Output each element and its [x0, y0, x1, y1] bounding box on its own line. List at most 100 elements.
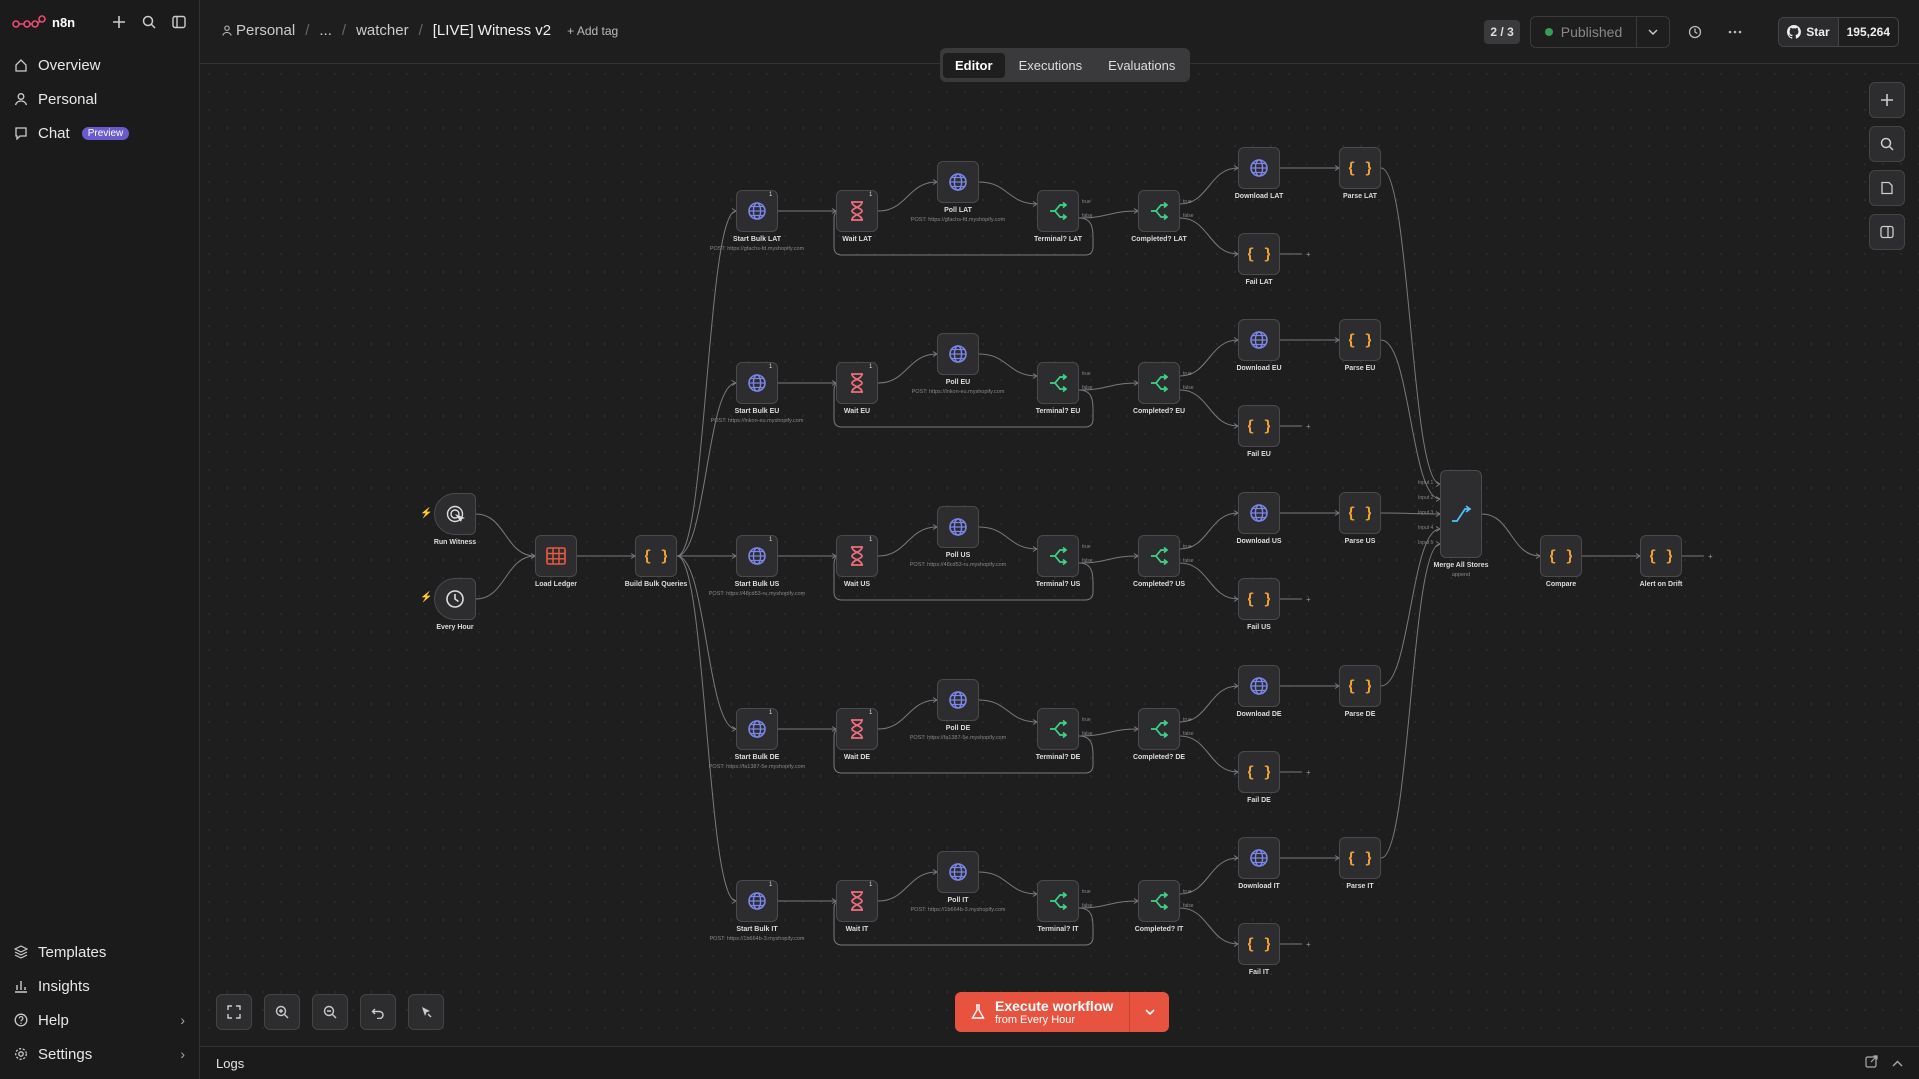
zoom-in-icon[interactable]	[264, 994, 300, 1030]
code-icon: { }	[1349, 504, 1371, 522]
svg-text:{ }: { }	[1349, 331, 1371, 349]
globe-icon	[1249, 676, 1269, 696]
workflow-title[interactable]: [LIVE] Witness v2	[433, 22, 551, 39]
plus-icon[interactable]	[111, 14, 127, 30]
tab-executions[interactable]: Executions	[1007, 53, 1095, 78]
node-load-ledger[interactable]	[535, 535, 577, 577]
node-compare[interactable]: { }	[1540, 535, 1582, 577]
breadcrumb-personal[interactable]: Personal	[222, 22, 295, 39]
node-download-0[interactable]	[1238, 147, 1280, 189]
node-every-hour[interactable]	[434, 578, 476, 620]
table-icon	[546, 547, 566, 565]
add-output-plus[interactable]: +	[1306, 940, 1311, 949]
breadcrumb-ellipsis[interactable]: ...	[319, 22, 332, 39]
bar-chart-icon	[15, 981, 27, 993]
sticky-note-icon[interactable]	[1869, 170, 1905, 206]
breadcrumb-folder[interactable]: watcher	[356, 22, 409, 39]
sidebar-item-settings[interactable]: Settings ›	[8, 1037, 191, 1071]
node-completed-3[interactable]	[1138, 708, 1180, 750]
node-terminal-2[interactable]	[1037, 535, 1079, 577]
sidebar-item-overview[interactable]: Overview	[8, 48, 191, 82]
undo-icon[interactable]	[360, 994, 396, 1030]
execute-label: Execute workflow	[995, 998, 1114, 1014]
add-output-plus[interactable]: +	[1708, 552, 1713, 561]
chevron-down-icon[interactable]	[1129, 992, 1169, 1032]
add-node-icon[interactable]	[1869, 82, 1905, 118]
node-fail-1[interactable]: { }	[1238, 405, 1280, 447]
node-fail-4[interactable]: { }	[1238, 923, 1280, 965]
sidebar-item-templates[interactable]: Templates	[8, 935, 191, 969]
tab-evaluations[interactable]: Evaluations	[1096, 53, 1187, 78]
node-download-2[interactable]	[1238, 492, 1280, 534]
wait-icon	[849, 891, 865, 911]
run-count-badge: 1	[769, 364, 773, 370]
node-completed-1[interactable]	[1138, 362, 1180, 404]
node-fail-0[interactable]: { }	[1238, 233, 1280, 275]
execute-workflow-button[interactable]: Execute workflow from Every Hour	[955, 992, 1170, 1032]
chevron-down-icon[interactable]	[1637, 29, 1669, 35]
sidebar-item-insights[interactable]: Insights	[8, 969, 191, 1003]
n8n-logo[interactable]: n8n	[12, 15, 75, 30]
node-parse-4[interactable]: { }	[1339, 837, 1381, 879]
published-status[interactable]: Published	[1531, 17, 1638, 47]
add-tag-button[interactable]: + Add tag	[567, 24, 618, 38]
node-poll-4[interactable]	[937, 851, 979, 893]
node-parse-0[interactable]: { }	[1339, 147, 1381, 189]
node-build-bulk-queries[interactable]: { }	[635, 535, 677, 577]
sidebar-item-help[interactable]: Help ›	[8, 1003, 191, 1037]
node-poll-3[interactable]	[937, 679, 979, 721]
node-alert-on-drift[interactable]: { }	[1640, 535, 1682, 577]
node-fail-3[interactable]: { }	[1238, 751, 1280, 793]
node-terminal-0[interactable]	[1037, 190, 1079, 232]
node-download-3[interactable]	[1238, 665, 1280, 707]
globe-icon	[747, 201, 767, 221]
more-options-icon[interactable]	[1720, 17, 1750, 47]
panel-toggle-icon[interactable]	[171, 14, 187, 30]
history-icon[interactable]	[1680, 17, 1710, 47]
node-completed-2[interactable]	[1138, 535, 1180, 577]
node-parse-3[interactable]: { }	[1339, 665, 1381, 707]
node-poll-1[interactable]	[937, 333, 979, 375]
add-output-plus[interactable]: +	[1306, 422, 1311, 431]
publish-control[interactable]: Published	[1529, 16, 1671, 48]
node-merge-all-stores[interactable]	[1440, 470, 1482, 558]
node-label: Poll US	[945, 552, 971, 559]
node-poll-0[interactable]	[937, 161, 979, 203]
node-download-4[interactable]	[1238, 837, 1280, 879]
search-icon[interactable]	[141, 14, 157, 30]
add-output-plus[interactable]: +	[1306, 768, 1311, 777]
node-parse-2[interactable]: { }	[1339, 492, 1381, 534]
port-label-true: true	[1183, 889, 1192, 895]
add-output-plus[interactable]: +	[1306, 250, 1311, 259]
add-output-plus[interactable]: +	[1306, 595, 1311, 604]
node-completed-0[interactable]	[1138, 190, 1180, 232]
fit-view-icon[interactable]	[216, 994, 252, 1030]
tab-editor[interactable]: Editor	[943, 52, 1005, 78]
logs-panel[interactable]: Logs	[200, 1046, 1919, 1079]
chevron-up-icon[interactable]	[1892, 1055, 1903, 1071]
ifn-icon	[1149, 546, 1169, 566]
node-download-1[interactable]	[1238, 319, 1280, 361]
side-panel-icon[interactable]	[1869, 214, 1905, 250]
code-icon: { }	[1349, 159, 1371, 177]
sidebar-item-personal[interactable]: Personal	[8, 82, 191, 116]
node-terminal-1[interactable]	[1037, 362, 1079, 404]
popout-icon[interactable]	[1865, 1055, 1878, 1071]
node-terminal-4[interactable]	[1037, 880, 1079, 922]
node-run-witness[interactable]	[434, 493, 476, 535]
sidebar-item-chat[interactable]: Chat Preview	[8, 116, 191, 150]
cursor-icon	[445, 504, 465, 524]
ifn-icon	[1149, 891, 1169, 911]
svg-text:{ }: { }	[645, 547, 667, 565]
tidy-up-icon[interactable]	[408, 994, 444, 1030]
node-completed-4[interactable]	[1138, 880, 1180, 922]
node-label: Completed? EU	[1132, 408, 1186, 415]
node-poll-2[interactable]	[937, 506, 979, 548]
node-fail-2[interactable]: { }	[1238, 578, 1280, 620]
zoom-out-icon[interactable]	[312, 994, 348, 1030]
node-terminal-3[interactable]	[1037, 708, 1079, 750]
node-parse-1[interactable]: { }	[1339, 319, 1381, 361]
github-star-button[interactable]: Star 195,264	[1778, 17, 1899, 47]
search-nodes-icon[interactable]	[1869, 126, 1905, 162]
workflow-canvas[interactable]: + + + + + + ⚡ ⚡ Run Witness Every Hour Load Ledge…	[200, 65, 1919, 1045]
